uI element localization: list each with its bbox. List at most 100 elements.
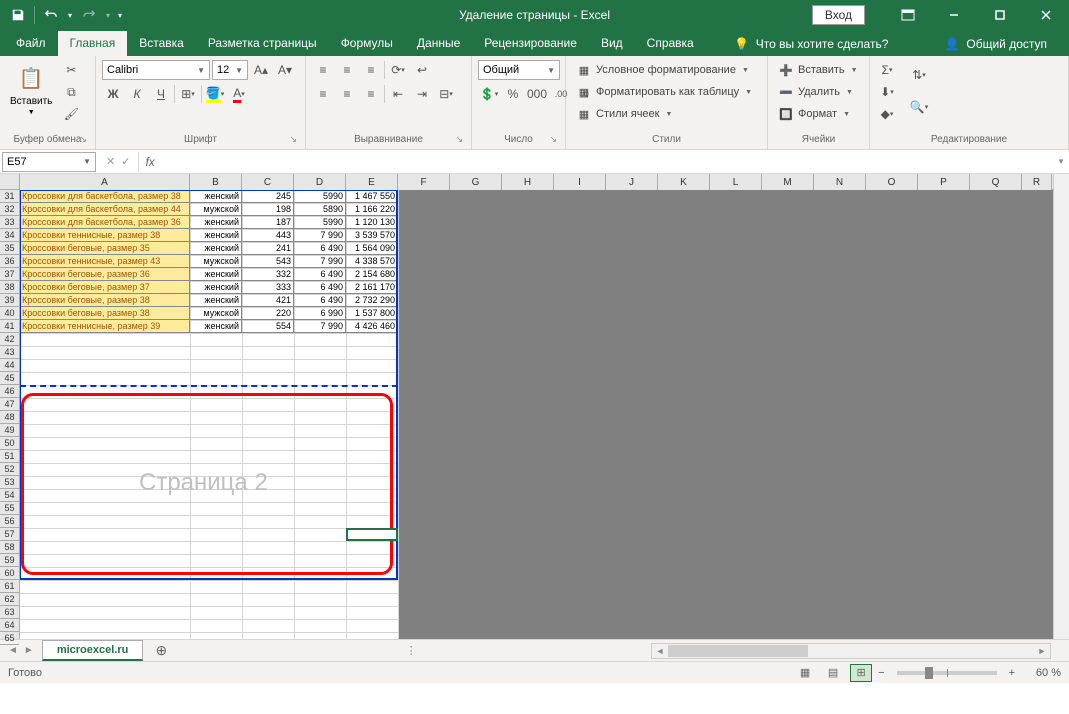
cell-styles-button[interactable]: ▦Стили ячеек▼ (572, 104, 676, 124)
cell[interactable]: 6 490 (294, 242, 346, 255)
scroll-left-icon[interactable]: ◄ (652, 646, 668, 656)
cell[interactable]: 5890 (294, 203, 346, 216)
number-format-combo[interactable]: Общий▼ (478, 60, 560, 80)
vertical-scrollbar[interactable] (1053, 174, 1069, 639)
row-header[interactable]: 64 (0, 619, 19, 632)
cell[interactable]: 1 120 130 (346, 216, 398, 229)
cell[interactable]: женский (190, 268, 242, 281)
sheet-tab[interactable]: microexcel.ru (42, 640, 144, 661)
cell[interactable]: 1 467 550 (346, 190, 398, 203)
column-header[interactable]: R (1022, 174, 1052, 190)
column-header[interactable]: H (502, 174, 554, 190)
row-header[interactable]: 55 (0, 502, 19, 515)
wrap-text-icon[interactable]: ↩ (411, 60, 433, 80)
conditional-formatting-button[interactable]: ▦Условное форматирование▼ (572, 60, 753, 80)
row-header[interactable]: 53 (0, 476, 19, 489)
cell[interactable]: Кроссовки для баскетбола, размер 36 (20, 216, 190, 229)
cell[interactable]: 2 154 680 (346, 268, 398, 281)
redo-icon[interactable] (77, 3, 101, 27)
cell[interactable]: 7 990 (294, 255, 346, 268)
page-break-view-icon[interactable]: ⊞ (850, 664, 872, 682)
column-header[interactable]: I (554, 174, 606, 190)
decrease-indent-icon[interactable]: ⇤ (387, 84, 409, 104)
row-header[interactable]: 47 (0, 398, 19, 411)
cancel-formula-icon[interactable]: ✕ (106, 155, 115, 168)
clear-icon[interactable]: ◆▾ (876, 104, 898, 124)
cell[interactable]: 245 (242, 190, 294, 203)
cell[interactable]: 6 990 (294, 307, 346, 320)
cell[interactable]: 198 (242, 203, 294, 216)
dialog-launcher-icon[interactable]: ↘ (289, 134, 297, 145)
column-header[interactable]: C (242, 174, 294, 190)
cell[interactable]: Кроссовки для баскетбола, размер 44 (20, 203, 190, 216)
undo-icon[interactable] (39, 3, 63, 27)
cell[interactable]: женский (190, 229, 242, 242)
format-painter-icon[interactable]: 🖌 (60, 104, 82, 124)
cell[interactable]: Кроссовки теннисные, размер 39 (20, 320, 190, 333)
cell[interactable]: 5990 (294, 216, 346, 229)
column-header[interactable]: P (918, 174, 970, 190)
column-header[interactable]: B (190, 174, 242, 190)
new-sheet-icon[interactable]: ⊕ (151, 641, 171, 661)
row-header[interactable]: 60 (0, 567, 19, 580)
font-name-combo[interactable]: Calibri▼ (102, 60, 210, 80)
row-header[interactable]: 59 (0, 554, 19, 567)
dialog-launcher-icon[interactable]: ↘ (79, 134, 87, 145)
normal-view-icon[interactable]: ▦ (794, 664, 816, 682)
cell[interactable]: 6 490 (294, 294, 346, 307)
cell[interactable]: мужской (190, 203, 242, 216)
cell[interactable]: 1 537 800 (346, 307, 398, 320)
cell[interactable]: 4 338 570 (346, 255, 398, 268)
cell[interactable]: 332 (242, 268, 294, 281)
copy-icon[interactable]: ⧉ (60, 82, 82, 102)
cell[interactable]: 3 539 570 (346, 229, 398, 242)
bold-button[interactable]: Ж (102, 84, 124, 104)
cell[interactable]: Кроссовки беговые, размер 38 (20, 307, 190, 320)
row-header[interactable]: 49 (0, 424, 19, 437)
cell[interactable]: 2 732 290 (346, 294, 398, 307)
cell[interactable]: Кроссовки беговые, размер 38 (20, 294, 190, 307)
column-header[interactable]: K (658, 174, 710, 190)
orientation-icon[interactable]: ⟳▾ (387, 60, 409, 80)
column-header[interactable]: F (398, 174, 450, 190)
format-cells-button[interactable]: 🔲Формат▼ (774, 104, 854, 124)
tab-data[interactable]: Данные (405, 31, 472, 56)
horizontal-scrollbar[interactable]: ◄ ► (651, 643, 1051, 659)
align-center-icon[interactable]: ≡ (336, 84, 358, 104)
row-header[interactable]: 58 (0, 541, 19, 554)
dialog-launcher-icon[interactable]: ↘ (549, 134, 557, 145)
select-all-button[interactable] (0, 174, 20, 190)
row-header[interactable]: 39 (0, 294, 19, 307)
row-header[interactable]: 34 (0, 229, 19, 242)
delete-cells-button[interactable]: ➖Удалить▼ (774, 82, 857, 102)
cell[interactable]: Кроссовки теннисные, размер 38 (20, 229, 190, 242)
format-as-table-button[interactable]: ▦Форматировать как таблицу▼ (572, 82, 756, 102)
row-header[interactable]: 45 (0, 372, 19, 385)
align-top-icon[interactable]: ≡ (312, 60, 334, 80)
name-box[interactable]: E57▼ (2, 152, 96, 172)
minimize-icon[interactable] (931, 0, 977, 30)
cell[interactable]: Кроссовки беговые, размер 37 (20, 281, 190, 294)
share-button[interactable]: 👤 Общий доступ (936, 32, 1055, 56)
decrease-font-icon[interactable]: A▾ (274, 60, 296, 80)
sheet-nav-prev-icon[interactable]: ► (22, 643, 36, 658)
login-button[interactable]: Вход (812, 5, 865, 25)
align-bottom-icon[interactable]: ≡ (360, 60, 382, 80)
italic-button[interactable]: К (126, 84, 148, 104)
cell[interactable]: Кроссовки теннисные, размер 43 (20, 255, 190, 268)
cell[interactable]: женский (190, 216, 242, 229)
row-header[interactable]: 57 (0, 528, 19, 541)
cell[interactable]: 7 990 (294, 320, 346, 333)
tab-review[interactable]: Рецензирование (472, 31, 589, 56)
cell[interactable]: 421 (242, 294, 294, 307)
cell[interactable]: 1 166 220 (346, 203, 398, 216)
cell[interactable]: 6 490 (294, 281, 346, 294)
column-header[interactable]: D (294, 174, 346, 190)
cell[interactable]: Кроссовки беговые, размер 35 (20, 242, 190, 255)
tab-home[interactable]: Главная (58, 31, 128, 56)
find-select-icon[interactable]: 🔍▾ (908, 92, 930, 122)
save-icon[interactable] (6, 3, 30, 27)
insert-function-icon[interactable]: fx (139, 155, 160, 169)
cell[interactable]: 187 (242, 216, 294, 229)
row-header[interactable]: 37 (0, 268, 19, 281)
